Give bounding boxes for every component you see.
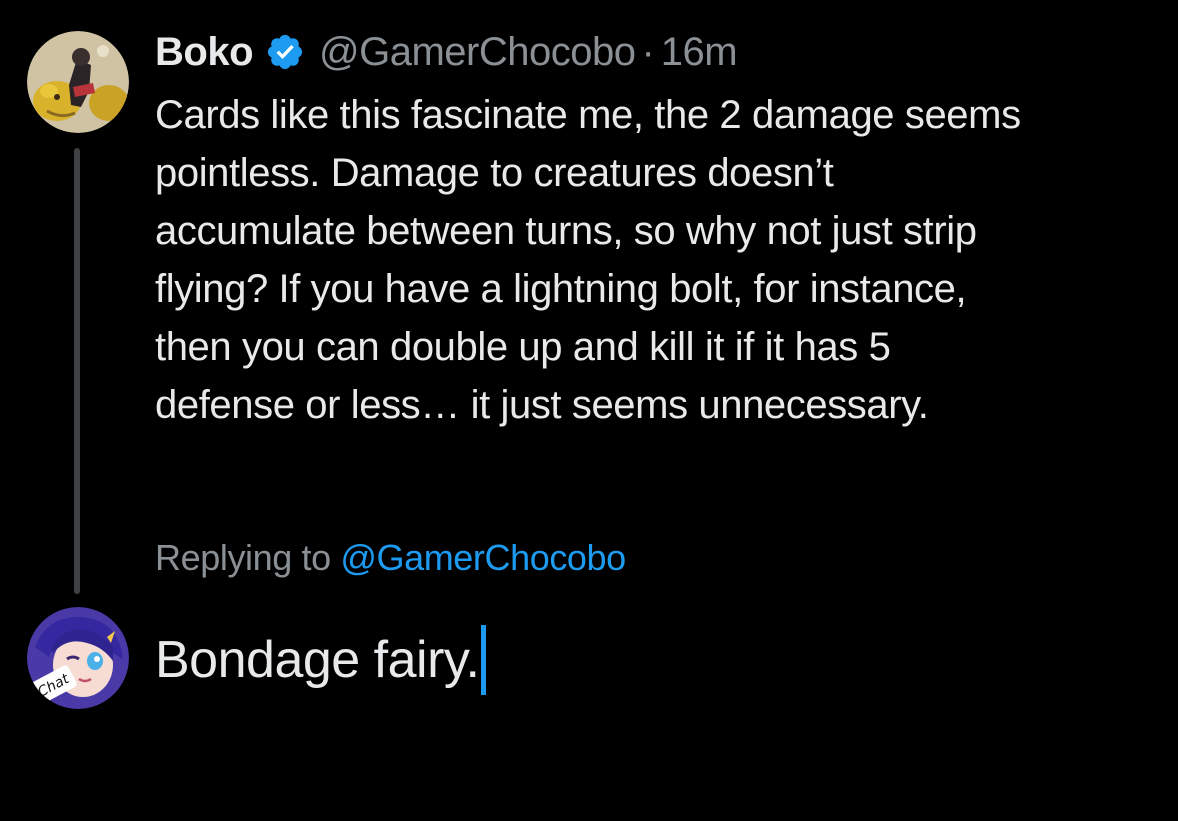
tweet-text-line: defense or less… it just seems unnecessa… (155, 383, 929, 427)
author-display-name[interactable]: Boko (155, 26, 254, 78)
tweet-text-line: accumulate between turns, so why not jus… (155, 209, 977, 253)
replying-to-label: Replying to @GamerChocobo (155, 532, 626, 584)
tweet-text-line: Cards like this fascinate me, the 2 dama… (155, 93, 1021, 137)
author-handle[interactable]: @GamerChocobo (319, 26, 636, 78)
tweet-timestamp[interactable]: 16m (661, 26, 738, 78)
tweet-text: Cards like this fascinate me, the 2 dama… (155, 86, 1155, 434)
verified-badge-icon (265, 32, 305, 72)
tweet-header: Boko @GamerChocobo · 16m (155, 26, 738, 78)
tweet-text-line: then you can double up and kill it if it… (155, 325, 891, 369)
anime-character-avatar: Chat (27, 607, 129, 709)
replying-to-prefix: Replying to (155, 537, 331, 578)
author-avatar[interactable] (27, 31, 129, 133)
user-avatar[interactable]: Chat (27, 607, 129, 709)
reply-compose-input[interactable]: Bondage fairy. (155, 624, 487, 696)
chocobo-artwork-avatar (27, 31, 129, 133)
tweet-text-line: pointless. Damage to creatures doesn’t (155, 151, 834, 195)
text-cursor (481, 625, 487, 695)
header-separator: · (641, 30, 655, 74)
tweet-text-line: flying? If you have a lightning bolt, fo… (155, 267, 967, 311)
thread-connector-line (74, 148, 80, 594)
reply-draft-text[interactable]: Bondage fairy. (155, 624, 480, 696)
replying-to-handle[interactable]: @GamerChocobo (340, 537, 626, 578)
